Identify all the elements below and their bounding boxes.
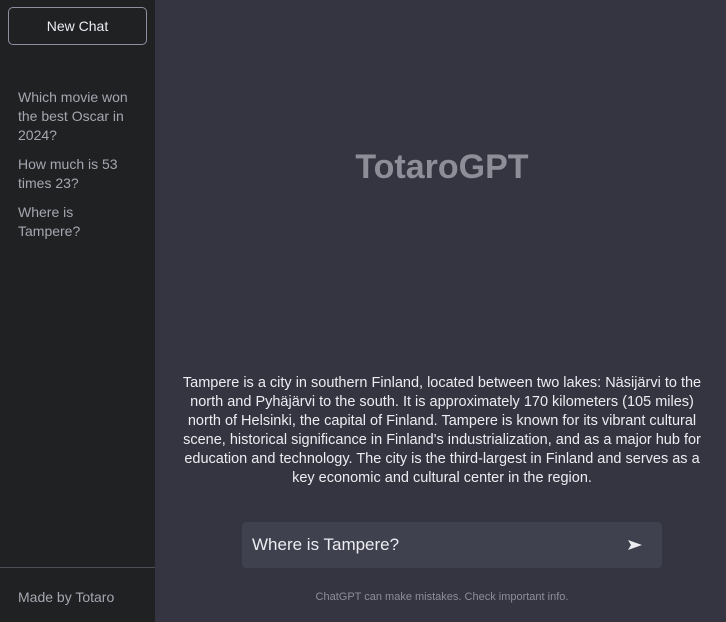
brand-title: TotaroGPT <box>355 148 529 186</box>
history-item-tampere[interactable]: Where is Tampere? <box>18 203 138 241</box>
disclaimer-text: ChatGPT can make mistakes. Check importa… <box>315 591 569 603</box>
sidebar: New Chat Which movie won the best Oscar … <box>0 0 155 622</box>
chat-history-list: Which movie won the best Oscar in 2024? … <box>18 88 138 251</box>
prompt-box <box>242 522 662 568</box>
assistant-answer: Tampere is a city in southern Finland, l… <box>182 375 702 486</box>
made-by-footer: Made by Totaro <box>18 589 115 605</box>
sidebar-divider <box>0 567 155 568</box>
new-chat-button[interactable]: New Chat <box>8 7 147 45</box>
main-panel: TotaroGPT Tampere is a city in southern … <box>155 0 726 622</box>
send-arrow-icon <box>628 540 642 550</box>
history-item-oscar[interactable]: Which movie won the best Oscar in 2024? <box>18 88 138 145</box>
send-button[interactable] <box>624 534 646 556</box>
chat-app: New Chat Which movie won the best Oscar … <box>0 0 726 622</box>
history-item-multiplication[interactable]: How much is 53 times 23? <box>18 155 138 193</box>
prompt-input[interactable] <box>252 522 612 568</box>
